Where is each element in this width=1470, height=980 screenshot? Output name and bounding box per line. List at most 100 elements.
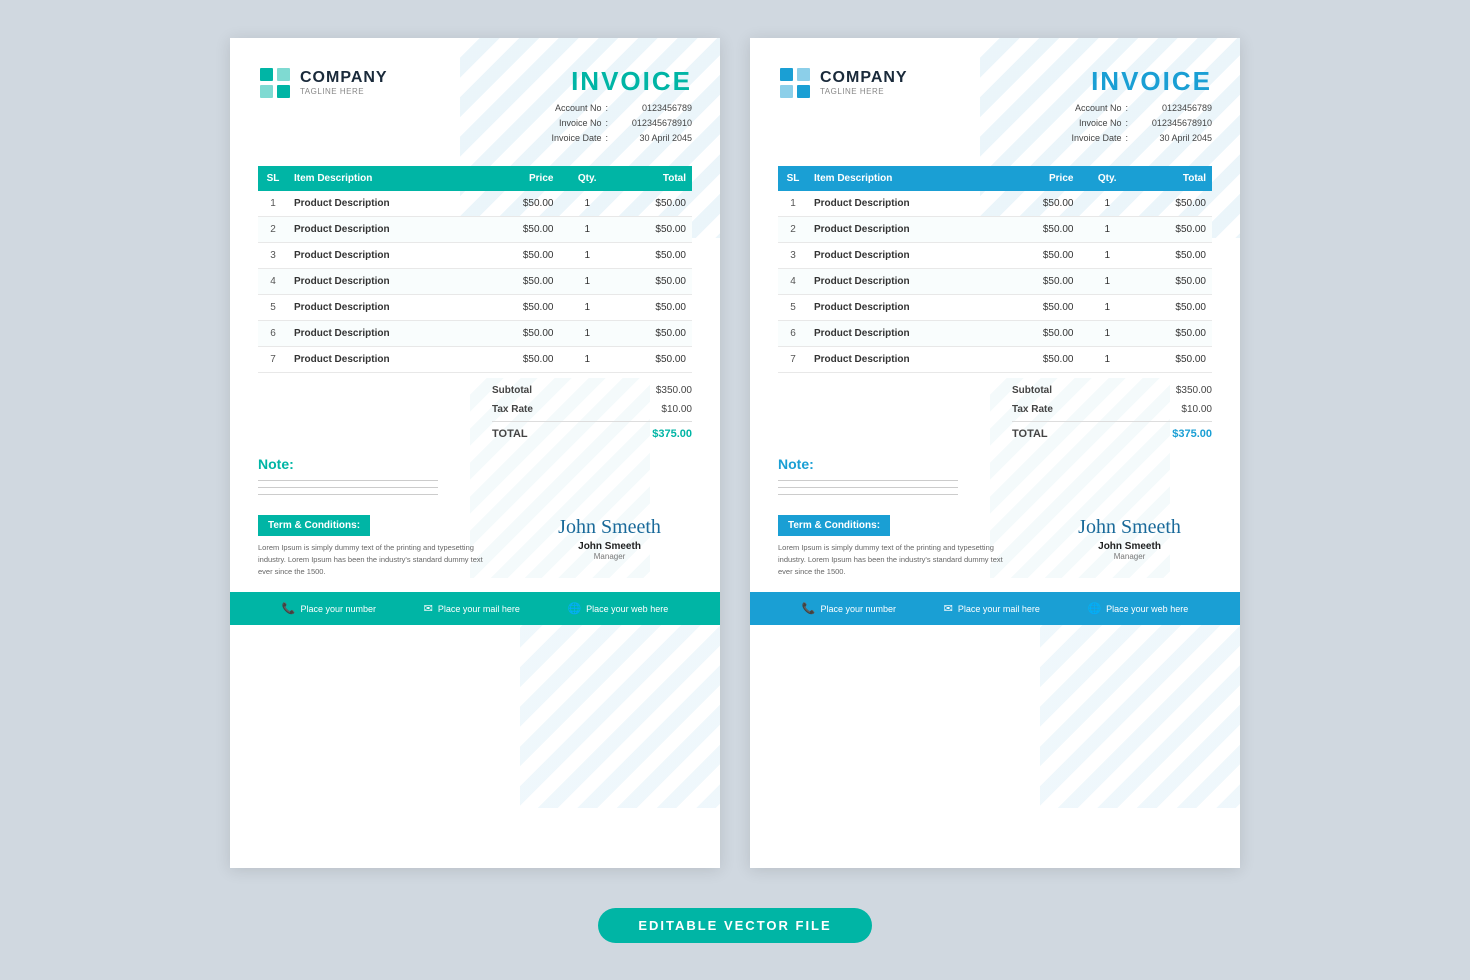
- bottom-badge: EDITABLE VECTOR FILE: [598, 908, 871, 943]
- signature-name-right: John Smeeth: [1047, 541, 1212, 552]
- cell-total: $50.00: [615, 269, 692, 295]
- invoice-table-left: SL Item Description Price Qty. Total 1 P…: [258, 166, 692, 373]
- cell-total: $50.00: [1135, 217, 1212, 243]
- col-price-right: Price: [1002, 166, 1079, 191]
- invoice-footer-left: 📞 Place your number ✉ Place your mail he…: [230, 592, 720, 625]
- cell-sl: 2: [258, 217, 288, 243]
- footer-phone-text-left: Place your number: [300, 604, 376, 614]
- terms-text-right: Lorem Ipsum is simply dummy text of the …: [778, 542, 1017, 578]
- totals-section-right: Subtotal $350.00 Tax Rate $10.00 TOTAL $…: [778, 381, 1212, 444]
- cell-desc: Product Description: [808, 321, 1002, 347]
- company-text-right: COMPANY TAGLINE HERE: [820, 69, 908, 96]
- table-row: 1 Product Description $50.00 1 $50.00: [258, 191, 692, 217]
- cell-qty: 1: [1079, 347, 1135, 373]
- col-total-right: Total: [1135, 166, 1212, 191]
- footer-email-text-left: Place your mail here: [438, 604, 520, 614]
- cell-price: $50.00: [482, 191, 559, 217]
- cell-qty: 1: [1079, 217, 1135, 243]
- cell-desc: Product Description: [808, 295, 1002, 321]
- cell-qty: 1: [559, 295, 615, 321]
- cell-qty: 1: [559, 321, 615, 347]
- signature-block-left: John Smeeth John Smeeth Manager: [527, 515, 692, 561]
- invoice-title-block-right: INVOICE Account No : 0123456789 Invoice …: [1051, 66, 1212, 147]
- totals-table-left: Subtotal $350.00 Tax Rate $10.00 TOTAL $…: [492, 381, 692, 444]
- cell-price: $50.00: [482, 243, 559, 269]
- table-row: 3 Product Description $50.00 1 $50.00: [778, 243, 1212, 269]
- company-text-left: COMPANY TAGLINE HERE: [300, 69, 388, 96]
- footer-email-right: ✉ Place your mail here: [944, 602, 1040, 615]
- cell-sl: 7: [778, 347, 808, 373]
- terms-block-left: Term & Conditions: Lorem Ipsum is simply…: [258, 515, 497, 578]
- cell-desc: Product Description: [288, 295, 482, 321]
- cell-price: $50.00: [1002, 217, 1079, 243]
- cell-sl: 4: [258, 269, 288, 295]
- tax-label-right: Tax Rate: [1012, 404, 1053, 415]
- note-section-right: Note:: [778, 456, 1212, 501]
- cell-total: $50.00: [1135, 321, 1212, 347]
- invoice-left: COMPANY TAGLINE HERE INVOICE Account No …: [230, 38, 720, 868]
- cell-price: $50.00: [1002, 321, 1079, 347]
- terms-title-right: Term & Conditions:: [778, 515, 890, 536]
- table-row: 5 Product Description $50.00 1 $50.00: [778, 295, 1212, 321]
- subtotal-value-right: $350.00: [1176, 385, 1212, 396]
- tax-value-left: $10.00: [661, 404, 692, 415]
- cell-total: $50.00: [615, 295, 692, 321]
- company-name-left: COMPANY: [300, 69, 388, 87]
- tax-row-left: Tax Rate $10.00: [492, 400, 692, 419]
- cell-desc: Product Description: [288, 269, 482, 295]
- cell-desc: Product Description: [808, 217, 1002, 243]
- total-row-right: TOTAL $375.00: [1012, 424, 1212, 444]
- meta-account-label-left: Account No: [531, 101, 601, 116]
- tax-label-left: Tax Rate: [492, 404, 533, 415]
- company-tagline-left: TAGLINE HERE: [300, 87, 388, 96]
- col-desc-right: Item Description: [808, 166, 1002, 191]
- email-icon-left: ✉: [424, 602, 433, 615]
- table-row: 4 Product Description $50.00 1 $50.00: [258, 269, 692, 295]
- cell-price: $50.00: [1002, 295, 1079, 321]
- table-row: 2 Product Description $50.00 1 $50.00: [778, 217, 1212, 243]
- footer-phone-left: 📞 Place your number: [282, 602, 376, 615]
- cell-sl: 6: [258, 321, 288, 347]
- cell-price: $50.00: [1002, 347, 1079, 373]
- footer-web-text-right: Place your web here: [1106, 604, 1188, 614]
- cell-qty: 1: [559, 217, 615, 243]
- subtotal-label-right: Subtotal: [1012, 385, 1052, 396]
- cell-price: $50.00: [482, 295, 559, 321]
- meta-date-label-right: Invoice Date: [1051, 131, 1121, 146]
- meta-account-label-right: Account No: [1051, 101, 1121, 116]
- cell-desc: Product Description: [808, 269, 1002, 295]
- col-sl-right: SL: [778, 166, 808, 191]
- signature-script-left: John Smeeth: [527, 515, 692, 539]
- col-price-left: Price: [482, 166, 559, 191]
- web-icon-left: 🌐: [567, 602, 581, 615]
- phone-icon-right: 📞: [802, 602, 816, 615]
- subtotal-value-left: $350.00: [656, 385, 692, 396]
- cell-total: $50.00: [615, 243, 692, 269]
- meta-date-value-left: 30 April 2045: [612, 131, 692, 146]
- col-qty-right: Qty.: [1079, 166, 1135, 191]
- terms-title-left: Term & Conditions:: [258, 515, 370, 536]
- meta-invoice-value-left: 012345678910: [612, 116, 692, 131]
- table-row: 7 Product Description $50.00 1 $50.00: [258, 347, 692, 373]
- cell-sl: 3: [778, 243, 808, 269]
- invoice-table-right: SL Item Description Price Qty. Total 1 P…: [778, 166, 1212, 373]
- cell-desc: Product Description: [288, 321, 482, 347]
- tax-row-right: Tax Rate $10.00: [1012, 400, 1212, 419]
- table-row: 1 Product Description $50.00 1 $50.00: [778, 191, 1212, 217]
- cell-desc: Product Description: [288, 347, 482, 373]
- meta-account-value-right: 0123456789: [1132, 101, 1212, 116]
- company-logo-left: COMPANY TAGLINE HERE: [258, 66, 388, 100]
- invoice-meta-left: Account No : 0123456789 Invoice No : 012…: [531, 101, 692, 147]
- email-icon-right: ✉: [944, 602, 953, 615]
- cell-price: $50.00: [482, 347, 559, 373]
- cell-qty: 1: [559, 269, 615, 295]
- cell-sl: 1: [258, 191, 288, 217]
- meta-invoice-label-left: Invoice No: [531, 116, 601, 131]
- company-logo-icon-right: [778, 66, 812, 100]
- invoice-title-right: INVOICE: [1051, 66, 1212, 97]
- terms-text-left: Lorem Ipsum is simply dummy text of the …: [258, 542, 497, 578]
- signature-name-left: John Smeeth: [527, 541, 692, 552]
- meta-invoice-label-right: Invoice No: [1051, 116, 1121, 131]
- table-row: 5 Product Description $50.00 1 $50.00: [258, 295, 692, 321]
- signature-script-right: John Smeeth: [1047, 515, 1212, 539]
